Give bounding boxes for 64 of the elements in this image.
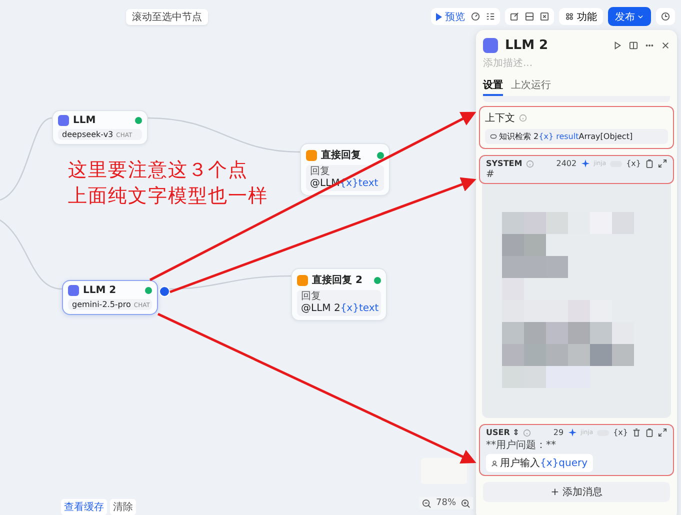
variable-reference: 用户输入{x}query [486, 454, 593, 472]
description-field[interactable]: 添加描述... [483, 58, 670, 69]
expand-icon[interactable] [658, 159, 667, 168]
zoom-in-icon[interactable] [461, 498, 470, 508]
expand-icon[interactable] [658, 428, 667, 437]
status-dot-icon [145, 287, 152, 294]
node-type-icon [58, 115, 69, 126]
panel-icon[interactable] [525, 12, 534, 21]
history-icon[interactable] [661, 12, 670, 21]
clear-button[interactable]: 清除 [110, 499, 136, 515]
node-title: 直接回复 [321, 148, 362, 162]
token-count: 29 [553, 428, 564, 437]
node-type-icon [68, 285, 79, 296]
annotation-text: 这里要注意这３个点 上面纯文字模型也一样 [68, 158, 268, 209]
view-cache-button[interactable]: 查看缓存 [61, 499, 107, 515]
token-count: 2402 [556, 159, 577, 168]
prompt-text: # [486, 169, 496, 180]
panel-tab[interactable]: 上次运行 [511, 78, 551, 96]
user-icon [491, 460, 498, 467]
insert-variable-button[interactable]: {x} [626, 159, 641, 168]
minimap[interactable] [421, 458, 467, 484]
features-button[interactable]: 功能 [559, 8, 603, 25]
help-icon [519, 114, 527, 122]
add-handle-icon[interactable] [159, 286, 170, 297]
node-type-icon [297, 274, 308, 286]
trash-icon[interactable] [632, 428, 641, 437]
prompt-text: **用户问题：** [486, 438, 557, 452]
status-dot-icon [374, 276, 381, 284]
message-role[interactable]: SYSTEM [486, 159, 522, 168]
message-role[interactable]: USER ⇕ [486, 428, 520, 437]
variable-icon[interactable] [540, 12, 549, 21]
edge-line [0, 220, 62, 290]
scroll-to-node-hint[interactable]: 滚动至选中节点 [126, 9, 208, 25]
answer-field: 回复 @LLM 2{x}text [297, 290, 381, 316]
chevron-down-icon [637, 13, 644, 20]
list-icon[interactable] [486, 12, 495, 21]
node-title: LLM 2 [83, 285, 118, 296]
sparkle-icon[interactable] [580, 159, 590, 168]
node-type-icon [306, 150, 317, 160]
publish-button[interactable]: 发布 [608, 7, 651, 26]
close-icon[interactable] [661, 41, 670, 50]
add-message-button[interactable]: + 添加消息 [483, 482, 670, 502]
split-view-icon[interactable] [629, 41, 638, 50]
status-dot-icon [135, 117, 142, 124]
context-variable-field[interactable]: 知识检索 2{x} resultArray[Object] [485, 129, 668, 144]
link-icon [490, 133, 497, 140]
insert-variable-button[interactable]: {x} [613, 428, 628, 437]
panel-title: LLM 2 [505, 38, 550, 53]
context-label: 上下文 [485, 112, 515, 125]
node-title: LLM [73, 115, 97, 126]
sparkle-icon[interactable] [568, 428, 577, 437]
status-dot-icon [377, 152, 384, 158]
gauge-icon[interactable] [471, 12, 480, 21]
answer-node-card[interactable]: 直接回复 2 回复 @LLM 2{x}text [291, 268, 387, 321]
copy-icon[interactable] [645, 159, 654, 168]
node-type-icon [483, 38, 498, 53]
help-icon [526, 160, 534, 168]
edit-icon[interactable] [510, 12, 519, 21]
run-icon[interactable] [613, 41, 622, 50]
help-icon [523, 428, 532, 436]
grid-icon [565, 12, 574, 21]
copy-icon[interactable] [645, 428, 654, 437]
node-title: 直接回复 2 [312, 274, 364, 287]
zoom-out-icon[interactable] [422, 498, 431, 508]
